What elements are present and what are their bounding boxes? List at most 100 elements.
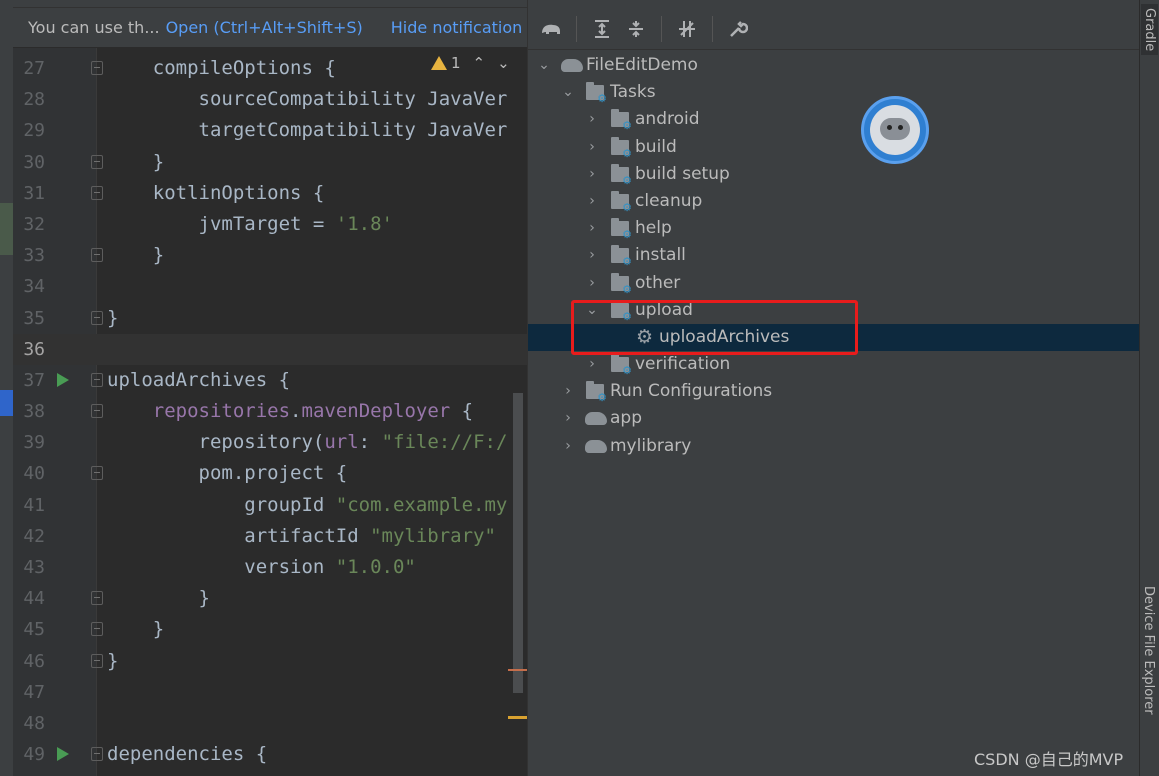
code-text[interactable]: dependencies {	[107, 739, 267, 770]
code-editor[interactable]: You can use th... Open (Ctrl+Alt+Shift+S…	[0, 0, 527, 776]
code-text[interactable]: pom.project {	[107, 458, 348, 489]
chevron-down-icon[interactable]: ⌄	[584, 297, 600, 324]
code-line-36-current[interactable]: 36	[13, 333, 527, 365]
fold-marker-icon[interactable]	[91, 154, 103, 169]
code-line-48[interactable]: 48	[13, 708, 527, 739]
chevron-right-icon[interactable]: ›	[560, 405, 576, 432]
chevron-right-icon[interactable]: ›	[584, 161, 600, 188]
code-line-47[interactable]: 47	[13, 677, 527, 708]
code-line-32[interactable]: 32 jvmTarget = '1.8'	[13, 209, 527, 240]
tree-node-verification[interactable]: › verification	[528, 351, 1140, 378]
fold-marker-icon[interactable]	[91, 372, 103, 387]
code-line-39[interactable]: 39 repository(url: "file://F:/	[13, 427, 527, 458]
fold-marker-icon[interactable]	[91, 591, 103, 606]
next-highlight-icon[interactable]: ⌄	[497, 54, 510, 72]
chevron-right-icon[interactable]: ›	[584, 106, 600, 133]
warning-stripe-mark[interactable]	[508, 716, 527, 719]
elephant-icon[interactable]	[536, 14, 566, 44]
gradle-tool-tab[interactable]: Gradle	[1141, 4, 1158, 56]
tree-node-other[interactable]: › other	[528, 270, 1140, 297]
tree-node-build[interactable]: › build	[528, 134, 1140, 161]
code-text[interactable]: }	[107, 583, 210, 614]
code-line-38[interactable]: 38 repositories.mavenDeployer {	[13, 396, 527, 427]
chevron-right-icon[interactable]: ›	[560, 433, 576, 460]
code-text[interactable]: version "1.0.0"	[107, 552, 416, 583]
chevron-right-icon[interactable]: ›	[584, 242, 600, 269]
toggle-offline-icon[interactable]	[672, 14, 702, 44]
code-text[interactable]: uploadArchives {	[107, 365, 290, 396]
tree-node-build-setup[interactable]: › build setup	[528, 161, 1140, 188]
code-line-33[interactable]: 33 }	[13, 240, 527, 271]
fold-marker-icon[interactable]	[91, 466, 103, 481]
code-line-46[interactable]: 46}	[13, 646, 527, 677]
tree-node-install[interactable]: › install	[528, 242, 1140, 269]
code-text[interactable]: compileOptions {	[107, 53, 336, 84]
fold-marker-icon[interactable]	[91, 248, 103, 263]
fold-marker-icon[interactable]	[91, 622, 103, 637]
code-text[interactable]: }	[107, 646, 118, 677]
open-project-structure-link[interactable]: Open (Ctrl+Alt+Shift+S)	[166, 18, 363, 37]
settings-wrench-icon[interactable]	[723, 14, 753, 44]
fold-marker-icon[interactable]	[91, 747, 103, 762]
code-lines[interactable]: 27 compileOptions { 28 sourceCompatibili…	[13, 53, 527, 770]
tree-node-run-configurations[interactable]: › Run Configurations	[528, 378, 1140, 405]
tree-node-tasks[interactable]: ⌄ Tasks	[528, 79, 1140, 106]
code-line-35[interactable]: 35}	[13, 303, 527, 334]
code-line-49[interactable]: 49 dependencies {	[13, 739, 527, 770]
tree-node-upload[interactable]: ⌄ upload	[528, 297, 1140, 324]
code-line-43[interactable]: 43 version "1.0.0"	[13, 552, 527, 583]
code-line-30[interactable]: 30 }	[13, 147, 527, 178]
code-text[interactable]: }	[107, 147, 164, 178]
code-text[interactable]: repositories.mavenDeployer {	[107, 396, 473, 427]
structure-tool-marker[interactable]	[0, 390, 13, 416]
editor-scrollbar-thumb[interactable]	[513, 393, 523, 693]
chevron-right-icon[interactable]: ›	[560, 378, 576, 405]
code-text[interactable]: }	[107, 240, 164, 271]
gradle-task-tree[interactable]: ⌄ FileEditDemo ⌄ Tasks › android › build…	[528, 52, 1140, 460]
chevron-right-icon[interactable]: ›	[584, 215, 600, 242]
previous-highlight-icon[interactable]: ⌃	[473, 54, 486, 72]
chevron-right-icon[interactable]: ›	[584, 188, 600, 215]
code-line-37[interactable]: 37 uploadArchives {	[13, 365, 527, 396]
code-line-28[interactable]: 28 sourceCompatibility JavaVer	[13, 84, 527, 115]
tree-node-root[interactable]: ⌄ FileEditDemo	[528, 52, 1140, 79]
hide-notification-link[interactable]: Hide notification	[391, 18, 523, 37]
code-text[interactable]: jvmTarget = '1.8'	[107, 209, 393, 240]
chevron-right-icon[interactable]: ›	[584, 270, 600, 297]
editor-tabs-strip[interactable]	[13, 0, 527, 8]
code-text[interactable]: kotlinOptions {	[107, 178, 325, 209]
chevron-right-icon[interactable]: ›	[584, 134, 600, 161]
code-line-45[interactable]: 45 }	[13, 614, 527, 645]
tree-node-upload-archives[interactable]: ⚙ uploadArchives	[528, 323, 1140, 352]
code-text[interactable]: artifactId "mylibrary"	[107, 521, 496, 552]
error-stripe-mark[interactable]	[508, 669, 527, 671]
fold-marker-icon[interactable]	[91, 185, 103, 200]
code-line-29[interactable]: 29 targetCompatibility JavaVer	[13, 115, 527, 146]
chevron-down-icon[interactable]: ⌄	[536, 52, 552, 79]
run-gutter-icon[interactable]	[57, 372, 69, 387]
code-line-34[interactable]: 34	[13, 271, 527, 302]
run-gutter-icon[interactable]	[57, 747, 69, 762]
code-text[interactable]: }	[107, 614, 164, 645]
chevron-right-icon[interactable]: ›	[584, 351, 600, 378]
code-text[interactable]: repository(url: "file://F:/	[107, 427, 508, 458]
fold-marker-icon[interactable]	[91, 653, 103, 668]
tree-node-android[interactable]: › android	[528, 106, 1140, 133]
fold-marker-icon[interactable]	[91, 61, 103, 75]
project-tool-marker[interactable]	[0, 203, 13, 255]
code-line-42[interactable]: 42 artifactId "mylibrary"	[13, 521, 527, 552]
floating-avatar[interactable]	[861, 96, 929, 164]
fold-marker-icon[interactable]	[91, 310, 103, 325]
fold-marker-icon[interactable]	[91, 404, 103, 419]
code-line-44[interactable]: 44 }	[13, 583, 527, 614]
tree-node-help[interactable]: › help	[528, 215, 1140, 242]
code-text[interactable]: sourceCompatibility JavaVer	[107, 84, 508, 115]
tree-node-app[interactable]: › app	[528, 405, 1140, 432]
code-text[interactable]: groupId "com.example.my	[107, 490, 507, 521]
warning-counter[interactable]: 1	[431, 54, 461, 72]
tree-node-mylibrary[interactable]: › mylibrary	[528, 433, 1140, 460]
code-text[interactable]: targetCompatibility JavaVer	[107, 115, 508, 146]
tree-node-cleanup[interactable]: › cleanup	[528, 188, 1140, 215]
expand-all-icon[interactable]	[587, 14, 617, 44]
collapse-all-icon[interactable]	[621, 14, 651, 44]
